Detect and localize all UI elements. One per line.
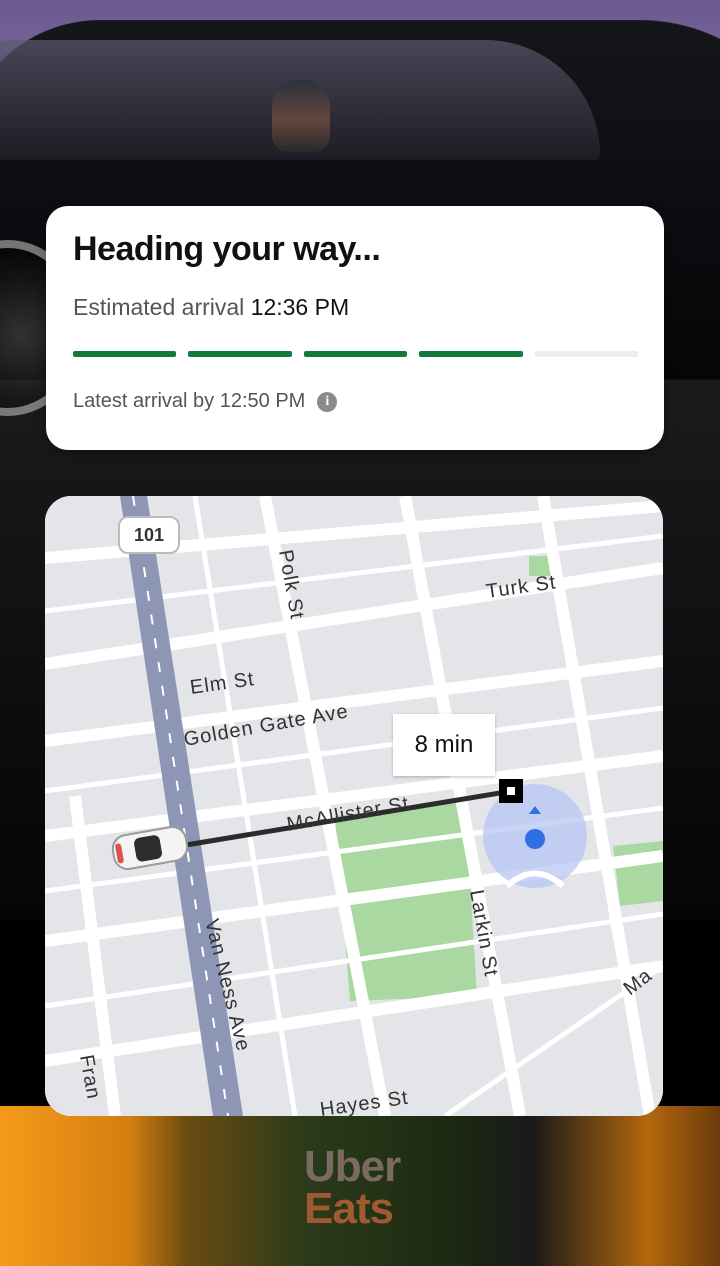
progress-segment-5	[534, 351, 639, 357]
latest-arrival: Latest arrival by 12:50 PM i	[73, 390, 338, 413]
eta-time: 12:36 PM	[250, 294, 350, 320]
trip-progress-bar	[73, 351, 639, 357]
destination-marker-inner	[507, 787, 515, 795]
progress-segment-1	[73, 351, 177, 357]
route-map[interactable]: Turk St Elm St Golden Gate Ave McAlliste…	[45, 496, 663, 1116]
progress-segment-4	[419, 351, 523, 357]
estimated-arrival: Estimated arrival 12:36 PM	[73, 294, 349, 321]
trip-status-card[interactable]: Heading your way... Estimated arrival 12…	[46, 206, 664, 450]
highway-shield-101: 101	[118, 516, 180, 554]
brand-line1: Uber	[304, 1142, 401, 1191]
latest-arrival-text: Latest arrival by 12:50 PM	[73, 390, 306, 412]
user-location-dot	[525, 829, 545, 849]
eta-minutes-badge: 8 min	[393, 714, 495, 776]
driver-image	[272, 80, 330, 152]
progress-segment-2	[188, 351, 292, 357]
uber-eats-logo: Uber Eats	[304, 1142, 474, 1236]
info-icon[interactable]: i	[317, 391, 338, 412]
brand-line2: Eats	[304, 1184, 394, 1233]
map-park-small	[613, 841, 663, 906]
progress-segment-3	[303, 351, 408, 357]
status-title: Heading your way...	[73, 230, 381, 268]
eta-label: Estimated arrival	[73, 294, 245, 320]
map-canvas: Turk St Elm St Golden Gate Ave McAlliste…	[45, 496, 663, 1116]
